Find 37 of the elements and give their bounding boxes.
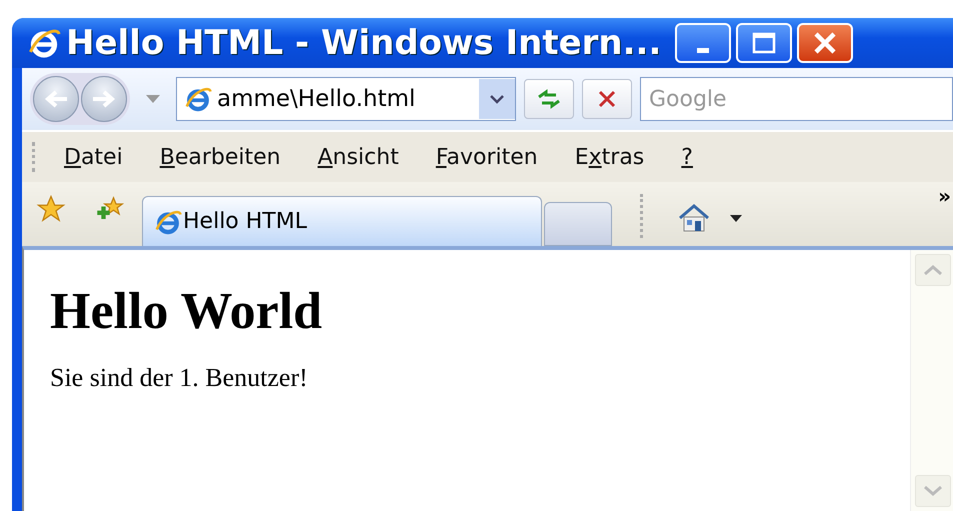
- toolbar-overflow-chevron[interactable]: »: [938, 184, 951, 208]
- page-heading: Hello World: [50, 282, 324, 341]
- page-text: Sie sind der 1. Benutzer!: [50, 363, 309, 393]
- menu-item[interactable]: ?: [681, 144, 693, 170]
- forward-button[interactable]: [81, 76, 127, 122]
- close-icon: [812, 30, 838, 56]
- window-title: Hello HTML - Windows Intern...: [66, 23, 662, 63]
- forward-arrow-icon: [91, 89, 117, 109]
- minimize-button[interactable]: [675, 23, 732, 63]
- browser-tab[interactable]: Hello HTML: [142, 196, 542, 246]
- chevron-up-icon: [923, 264, 943, 276]
- chevron-down-icon: [489, 94, 505, 104]
- vertical-scrollbar[interactable]: [910, 250, 953, 511]
- dropdown-caret-icon[interactable]: [730, 215, 742, 222]
- home-icon[interactable]: [676, 202, 712, 234]
- minimize-icon: [697, 48, 710, 52]
- menu-item[interactable]: Favoriten: [436, 144, 538, 170]
- chevron-down-icon: [923, 485, 943, 497]
- menu-item[interactable]: Extras: [574, 144, 644, 170]
- search-field[interactable]: Google: [640, 77, 953, 121]
- menu-item[interactable]: Ansicht: [318, 144, 399, 170]
- stop-x-icon: [597, 89, 617, 109]
- menu-item[interactable]: Bearbeiten: [160, 144, 281, 170]
- back-button[interactable]: [33, 76, 79, 122]
- refresh-button[interactable]: [524, 79, 574, 119]
- close-button[interactable]: [797, 23, 854, 63]
- scroll-down-button[interactable]: [915, 475, 951, 507]
- star-icon[interactable]: [36, 194, 66, 224]
- refresh-arrows-icon: [535, 89, 563, 109]
- address-field[interactable]: amme\Hello.html: [176, 77, 516, 121]
- scroll-up-button[interactable]: [915, 254, 951, 286]
- menu-item[interactable]: Datei: [64, 144, 123, 170]
- stop-button[interactable]: [582, 79, 632, 119]
- new-tab-button[interactable]: [544, 202, 612, 246]
- back-arrow-icon: [43, 89, 69, 109]
- maximize-button[interactable]: [736, 23, 792, 63]
- maximize-icon: [752, 32, 776, 54]
